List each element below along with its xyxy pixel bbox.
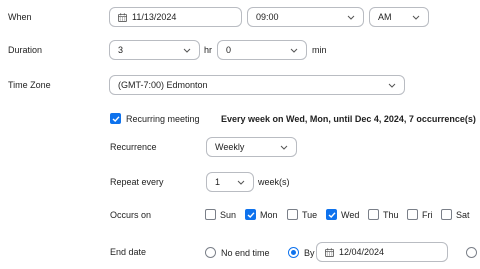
duration-hours-value: 3 — [118, 45, 124, 55]
end-date-label: End date — [110, 247, 147, 257]
duration-hours-select[interactable]: 3 — [109, 40, 200, 60]
calendar-icon — [325, 247, 334, 257]
duration-minutes-value: 0 — [226, 45, 232, 55]
day-checkbox-fri[interactable] — [407, 209, 418, 220]
day-checkbox-tue[interactable] — [287, 209, 298, 220]
chevron-down-icon — [412, 15, 420, 20]
checkmark-icon — [328, 212, 336, 218]
time-value: 09:00 — [256, 12, 279, 22]
no-end-time-radio[interactable] — [205, 247, 216, 258]
chevron-down-icon — [388, 83, 396, 88]
day-label-tue: Tue — [302, 210, 318, 220]
chevron-down-icon — [347, 15, 355, 20]
chevron-down-icon — [237, 180, 245, 185]
day-checkbox-mon[interactable] — [245, 209, 256, 220]
duration-label: Duration — [8, 45, 43, 55]
end-by-date-value: 12/04/2024 — [339, 247, 385, 257]
day-label-sat: Sat — [456, 210, 470, 220]
recurring-meeting-checkbox[interactable] — [110, 113, 121, 124]
checkmark-icon — [247, 212, 255, 218]
ampm-value: AM — [378, 12, 392, 22]
end-after-radio[interactable] — [466, 247, 477, 258]
ampm-select[interactable]: AM — [369, 7, 429, 27]
end-by-date-picker[interactable]: 12/04/2024 — [316, 242, 448, 262]
day-checkbox-thu[interactable] — [368, 209, 379, 220]
timezone-value: (GMT-7:00) Edmonton — [118, 80, 208, 90]
timezone-select[interactable]: (GMT-7:00) Edmonton — [109, 75, 405, 95]
when-label: When — [8, 12, 32, 22]
checkmark-icon — [112, 116, 120, 122]
day-label-thu: Thu — [383, 210, 399, 220]
duration-minutes-select[interactable]: 0 — [217, 40, 307, 60]
date-value: 11/13/2024 — [132, 12, 177, 22]
end-by-radio[interactable] — [288, 247, 299, 258]
end-by-label: By — [304, 248, 315, 258]
occurs-on-label: Occurs on — [110, 210, 152, 220]
time-select[interactable]: 09:00 — [247, 7, 364, 27]
recurring-meeting-label: Recurring meeting — [126, 114, 200, 124]
date-picker[interactable]: 11/13/2024 — [109, 7, 242, 27]
recurrence-value: Weekly — [215, 142, 245, 152]
chevron-down-icon — [183, 48, 191, 53]
day-label-mon: Mon — [260, 210, 278, 220]
day-checkbox-sun[interactable] — [205, 209, 216, 220]
repeat-every-select[interactable]: 1 — [206, 172, 254, 192]
no-end-time-label: No end time — [221, 248, 270, 258]
day-label-sun: Sun — [220, 210, 237, 220]
recurrence-select[interactable]: Weekly — [206, 137, 297, 157]
chevron-down-icon — [280, 145, 288, 150]
chevron-down-icon — [290, 48, 298, 53]
day-checkbox-sat[interactable] — [441, 209, 452, 220]
day-label-fri: Fri — [422, 210, 433, 220]
repeat-every-unit: week(s) — [258, 177, 290, 187]
day-label-wed: Wed — [341, 210, 360, 220]
calendar-icon — [118, 12, 127, 22]
recurrence-label: Recurrence — [110, 142, 157, 152]
hours-unit-label: hr — [204, 45, 213, 55]
recurrence-summary: Every week on Wed, Mon, until Dec 4, 202… — [221, 114, 476, 124]
timezone-label: Time Zone — [8, 80, 51, 90]
repeat-every-value: 1 — [215, 177, 221, 187]
day-checkbox-wed[interactable] — [326, 209, 337, 220]
repeat-every-label: Repeat every — [110, 177, 164, 187]
minutes-unit-label: min — [312, 45, 327, 55]
